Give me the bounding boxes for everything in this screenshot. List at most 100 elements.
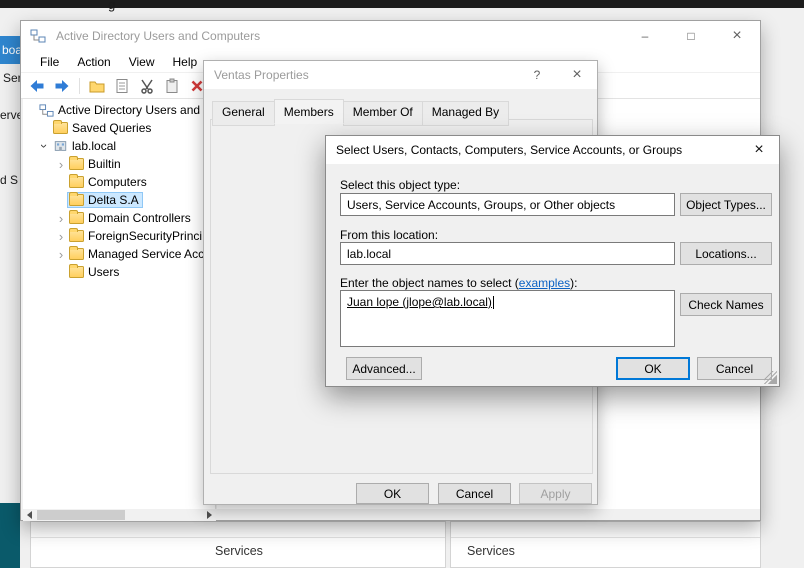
tile-services-link[interactable]: Services	[467, 544, 515, 558]
cancel-button[interactable]: Cancel	[438, 483, 511, 504]
location-label: From this location:	[340, 228, 438, 242]
object-types-button[interactable]: Object Types...	[680, 193, 772, 216]
minimize-icon[interactable]: –	[622, 21, 668, 51]
tab-managed-by[interactable]: Managed By	[422, 101, 509, 126]
tree-item-builtin[interactable]: › Builtin	[23, 155, 215, 173]
tab-strip: General Members Member Of Managed By	[212, 99, 508, 124]
paste-icon[interactable]	[164, 78, 180, 94]
tree-item-label: ForeignSecurityPrinci	[88, 229, 202, 243]
ok-button[interactable]: OK	[616, 357, 690, 380]
aduc-titlebar[interactable]: Active Directory Users and Computers – □…	[21, 21, 760, 51]
scrollbar-thumb[interactable]	[37, 510, 125, 520]
location-field[interactable]: lab.local	[340, 242, 675, 265]
menu-action[interactable]: Action	[68, 51, 119, 73]
tree-item-foreign-security[interactable]: › ForeignSecurityPrinci	[23, 227, 215, 245]
console-tree-icon[interactable]	[89, 78, 105, 94]
tree-item-label: Managed Service Acc	[88, 247, 204, 261]
locations-button[interactable]: Locations...	[680, 242, 772, 265]
object-type-field[interactable]: Users, Service Accounts, Groups, or Othe…	[340, 193, 675, 216]
menu-help[interactable]: Help	[164, 51, 207, 73]
select-users-dialog: Select Users, Contacts, Computers, Servi…	[325, 135, 780, 387]
toolbar-separator	[79, 78, 80, 94]
select-dialog-titlebar[interactable]: Select Users, Contacts, Computers, Servi…	[326, 136, 779, 164]
selected-tree-item[interactable]: Delta S.A	[67, 192, 143, 208]
tree-item-label: Delta S.A	[88, 193, 139, 207]
tree-item-label: Domain Controllers	[88, 211, 191, 225]
folder-icon	[69, 212, 84, 224]
taskbar-corner	[0, 503, 20, 568]
window-controls: – □ ×	[622, 21, 760, 51]
chevron-down-icon[interactable]: ›	[36, 140, 54, 152]
menu-view[interactable]: View	[120, 51, 164, 73]
tree-item-label: Computers	[88, 175, 147, 189]
tree-item-delta-sa[interactable]: › Delta S.A	[23, 191, 215, 209]
properties-titlebar[interactable]: Ventas Properties ? ×	[204, 61, 597, 89]
background-menu-fragment: g	[108, 0, 115, 12]
folder-icon	[53, 122, 68, 134]
resize-grip-icon[interactable]	[764, 371, 777, 384]
tab-members[interactable]: Members	[274, 99, 344, 124]
tree-item-label: Users	[88, 265, 119, 279]
background-top-bar	[0, 0, 804, 8]
dialog-title: Select Users, Contacts, Computers, Servi…	[336, 143, 682, 157]
tile-services-link[interactable]: Services	[215, 544, 263, 558]
tile-row-separator	[31, 537, 445, 538]
server-tile: Services	[30, 521, 446, 568]
tree-item-domain-controllers[interactable]: › Domain Controllers	[23, 209, 215, 227]
cut-icon[interactable]	[139, 78, 155, 94]
chevron-right-icon[interactable]: ›	[55, 155, 67, 173]
tree-item-label: Builtin	[88, 157, 121, 171]
console-tree-pane: › Active Directory Users and C › Saved Q…	[23, 99, 216, 509]
scroll-left-icon[interactable]	[23, 509, 36, 521]
close-icon[interactable]: ×	[739, 136, 779, 164]
object-names-label: Enter the object names to select (exampl…	[340, 276, 577, 290]
desktop: g boa Ser erver d S Services Services Ac…	[0, 0, 804, 568]
check-names-button[interactable]: Check Names	[680, 293, 772, 316]
back-icon[interactable]	[29, 78, 45, 94]
folder-icon	[69, 248, 84, 260]
export-list-icon[interactable]	[114, 78, 130, 94]
folder-icon	[69, 176, 84, 188]
dialog-controls: ? ×	[517, 61, 597, 89]
tree-item-saved-queries[interactable]: › Saved Queries	[23, 119, 215, 137]
tree-item-managed-service[interactable]: › Managed Service Acc	[23, 245, 215, 263]
tile-row-separator	[451, 537, 760, 538]
examples-link[interactable]: examples	[519, 276, 570, 290]
tree-item-label: Active Directory Users and C	[58, 103, 212, 117]
tree-item-root[interactable]: › Active Directory Users and C	[23, 101, 215, 119]
object-names-label-prefix: Enter the object names to select (	[340, 276, 519, 290]
apply-button: Apply	[519, 483, 592, 504]
folder-icon	[69, 158, 84, 170]
scroll-right-icon[interactable]	[203, 509, 216, 521]
nav-item-fragment[interactable]: d S	[0, 173, 18, 187]
folder-icon	[69, 266, 84, 278]
object-names-label-suffix: ):	[570, 276, 577, 290]
close-icon[interactable]: ×	[557, 61, 597, 89]
object-names-input[interactable]: Juan lope (jlope@lab.local)	[340, 290, 675, 347]
horizontal-scrollbar[interactable]	[23, 509, 216, 521]
tab-general[interactable]: General	[212, 101, 275, 126]
domain-icon	[53, 139, 68, 153]
nav-item-fragment[interactable]: Ser	[3, 71, 22, 85]
menu-file[interactable]: File	[31, 51, 68, 73]
chevron-right-icon[interactable]: ›	[55, 245, 67, 263]
cancel-button[interactable]: Cancel	[697, 357, 772, 380]
tree: › Active Directory Users and C › Saved Q…	[23, 101, 215, 281]
close-icon[interactable]: ×	[714, 21, 760, 51]
forward-icon[interactable]	[54, 78, 70, 94]
help-icon[interactable]: ?	[517, 61, 557, 89]
tab-member-of[interactable]: Member Of	[343, 101, 423, 126]
text-caret	[493, 296, 494, 309]
tree-item-lab-local[interactable]: › lab.local	[23, 137, 215, 155]
chevron-right-icon[interactable]: ›	[55, 209, 67, 227]
resolved-name[interactable]: Juan lope (jlope@lab.local)	[347, 295, 492, 309]
chevron-right-icon[interactable]: ›	[55, 227, 67, 245]
nav-item-dashboard-fragment[interactable]: boa	[0, 36, 20, 64]
ok-button[interactable]: OK	[356, 483, 429, 504]
tree-item-computers[interactable]: › Computers	[23, 173, 215, 191]
tree-item-users[interactable]: › Users	[23, 263, 215, 281]
advanced-button[interactable]: Advanced...	[346, 357, 422, 380]
dialog-title: Ventas Properties	[214, 68, 309, 82]
maximize-icon[interactable]: □	[668, 21, 714, 51]
tree-item-label: lab.local	[72, 139, 116, 153]
